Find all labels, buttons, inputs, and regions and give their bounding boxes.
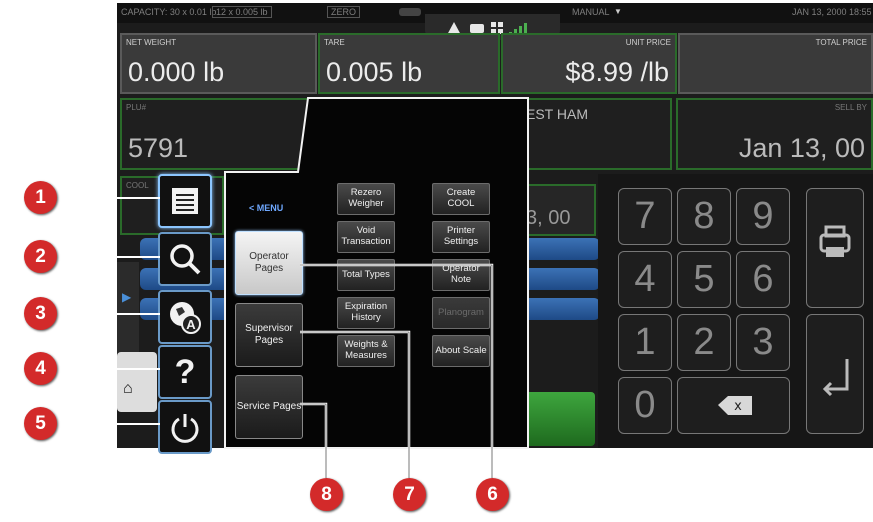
callout-2: 2	[24, 240, 57, 273]
create-cool-button[interactable]: Create COOL	[432, 183, 490, 215]
printer-settings-button[interactable]: Printer Settings	[432, 221, 490, 253]
callout-3: 3	[24, 297, 57, 330]
help-button[interactable]: ?	[158, 345, 212, 399]
callout-8: 8	[310, 478, 343, 511]
globe-language-icon: A	[170, 302, 201, 334]
power-button[interactable]	[158, 400, 212, 454]
operator-pages-button[interactable]: Operator Pages	[235, 231, 303, 295]
callout-7: 7	[393, 478, 426, 511]
planogram-button: Planogram	[432, 297, 490, 329]
menu-back-link[interactable]: < MENU	[249, 203, 283, 213]
svg-text:A: A	[186, 317, 196, 332]
expiration-history-button[interactable]: Expiration History	[337, 297, 395, 329]
callout-6: 6	[476, 478, 509, 511]
void-transaction-button[interactable]: Void Transaction	[337, 221, 395, 253]
leader-line	[58, 423, 160, 425]
supervisor-pages-button[interactable]: Supervisor Pages	[235, 303, 303, 367]
list-icon	[172, 188, 198, 214]
total-types-button[interactable]: Total Types	[337, 259, 395, 291]
power-icon	[171, 414, 199, 443]
language-button[interactable]: A	[158, 290, 212, 344]
callout-4: 4	[24, 352, 57, 385]
leader-line	[58, 256, 160, 258]
search-button[interactable]	[158, 232, 212, 286]
callout-1: 1	[24, 181, 57, 214]
about-scale-button[interactable]: About Scale	[432, 335, 490, 367]
leader-line	[58, 197, 160, 199]
weights-measures-button[interactable]: Weights & Measures	[337, 335, 395, 367]
menu-button[interactable]	[158, 174, 212, 228]
search-icon	[170, 244, 201, 275]
service-pages-button[interactable]: Service Pages	[235, 375, 303, 439]
rezero-weigher-button[interactable]: Rezero Weigher	[337, 183, 395, 215]
callout-5: 5	[24, 407, 57, 440]
help-icon: ?	[174, 352, 196, 391]
leader-line	[58, 313, 160, 315]
operator-note-button[interactable]: Operator Note	[432, 259, 490, 291]
leader-line	[58, 368, 160, 370]
